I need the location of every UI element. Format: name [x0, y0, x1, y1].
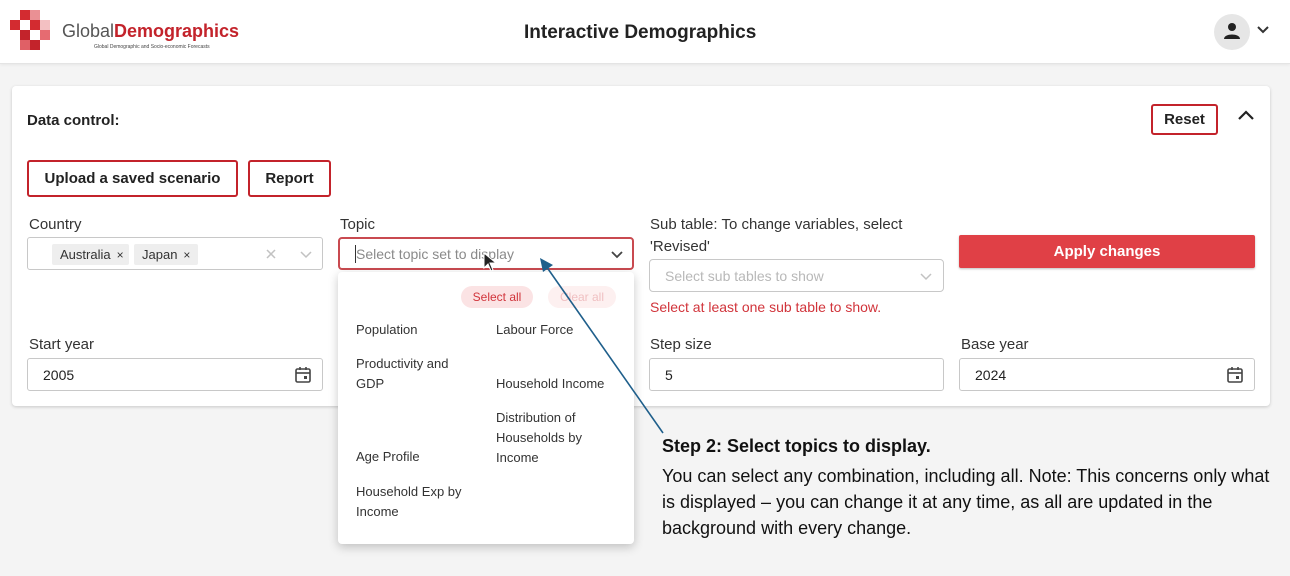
- base-year-input[interactable]: 2024: [959, 358, 1255, 391]
- topic-option-age-profile[interactable]: Age Profile: [356, 447, 476, 467]
- step-size-label: Step size: [650, 336, 712, 353]
- page-title: Interactive Demographics: [524, 22, 757, 43]
- calendar-icon[interactable]: [294, 366, 312, 384]
- country-chip: Australia ×: [52, 244, 129, 265]
- topic-option-household-income[interactable]: Household Income: [496, 374, 626, 394]
- select-all-button[interactable]: Select all: [461, 286, 533, 308]
- subtable-label: Sub table: To change variables, select: [650, 216, 903, 233]
- step-size-input[interactable]: 5: [649, 358, 944, 391]
- country-chip: Japan ×: [134, 244, 198, 265]
- topic-option-distribution-households[interactable]: Distribution of Households by Income: [496, 408, 626, 468]
- start-year-label: Start year: [29, 336, 95, 353]
- upload-scenario-button[interactable]: Upload a saved scenario: [27, 160, 238, 197]
- topic-option-labour-force[interactable]: Labour Force: [496, 320, 626, 340]
- country-label: Country: [29, 216, 82, 233]
- logo-mark-icon: [10, 10, 58, 54]
- subtable-select[interactable]: Select sub tables to show: [649, 259, 944, 292]
- subtable-placeholder: Select sub tables to show: [665, 268, 824, 284]
- start-year-input[interactable]: 2005: [27, 358, 323, 391]
- avatar[interactable]: [1214, 14, 1250, 50]
- apply-changes-button[interactable]: Apply changes: [959, 235, 1255, 268]
- topic-label: Topic: [340, 216, 376, 233]
- country-select[interactable]: Australia × Japan ×: [27, 237, 323, 270]
- remove-chip-icon[interactable]: ×: [117, 248, 124, 262]
- mouse-cursor-icon: [483, 252, 497, 272]
- topic-dropdown-menu: Select all Clear all Population Producti…: [338, 272, 634, 544]
- chevron-down-icon[interactable]: [611, 251, 623, 259]
- topic-option-household-exp[interactable]: Household Exp by Income: [356, 482, 476, 522]
- chevron-down-icon[interactable]: [300, 251, 312, 259]
- user-icon: [1224, 23, 1240, 39]
- chevron-down-icon[interactable]: [1257, 26, 1269, 34]
- logo-text: GlobalDemographics: [62, 21, 240, 41]
- remove-chip-icon[interactable]: ×: [183, 248, 190, 262]
- data-control-panel: Data control: Reset Upload a saved scena…: [12, 86, 1270, 406]
- base-year-label: Base year: [961, 336, 1029, 353]
- top-bar: GlobalDemographics Global Demographic an…: [0, 0, 1290, 64]
- chevron-down-icon[interactable]: [920, 273, 932, 281]
- clear-icon[interactable]: [266, 249, 276, 259]
- subtable-label-revised: 'Revised': [650, 238, 710, 255]
- calendar-icon[interactable]: [1226, 366, 1244, 384]
- subtable-error: Select at least one sub table to show.: [650, 299, 882, 315]
- step-description: You can select any combination, includin…: [662, 466, 1270, 538]
- topic-option-productivity-gdp[interactable]: Productivity and GDP: [356, 354, 476, 394]
- chevron-up-icon[interactable]: [1238, 110, 1254, 120]
- clear-all-button[interactable]: Clear all: [548, 286, 616, 308]
- logo-tagline: Global Demographic and Socio-economic Fo…: [94, 44, 210, 50]
- report-button[interactable]: Report: [248, 160, 331, 197]
- logo[interactable]: GlobalDemographics Global Demographic an…: [10, 10, 250, 56]
- panel-title: Data control:: [27, 112, 120, 129]
- step-title: Step 2: Select topics to display.: [662, 436, 931, 456]
- user-menu-button[interactable]: [1214, 14, 1274, 52]
- reset-button[interactable]: Reset: [1151, 104, 1218, 135]
- topic-option-population[interactable]: Population: [356, 320, 476, 340]
